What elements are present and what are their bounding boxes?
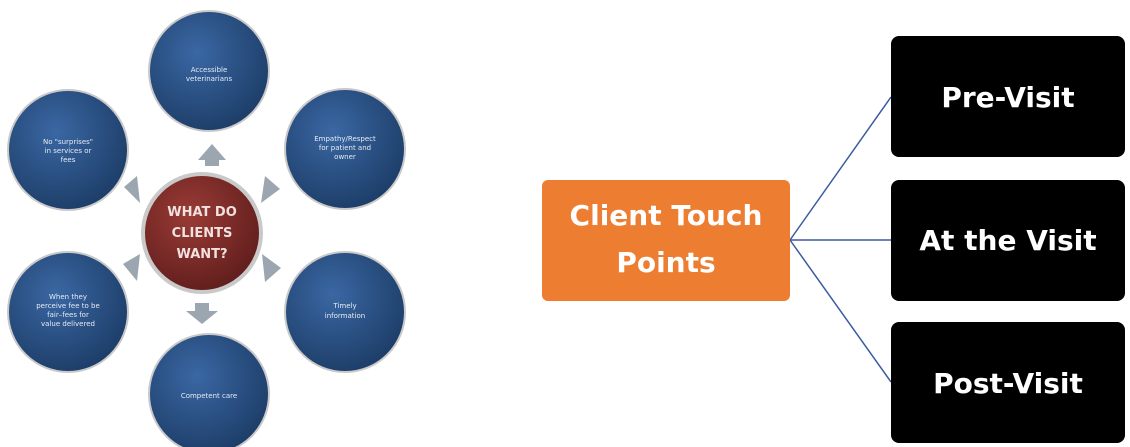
outer-node-empathy: Empathy/Respect for patient and owner [284,88,406,210]
arrow-left-upper-icon [124,176,140,203]
outer-node-text: information [325,312,365,320]
outer-node-text: Competent care [181,392,237,400]
outer-node-text: value delivered [41,320,95,328]
outer-node-text: owner [334,153,356,161]
client-touch-points-label-line-1: Client Touch [570,199,763,232]
outer-node-accessible: Accessible veterinarians [148,10,270,132]
client-touch-points-box: Client Touch Points [542,180,790,301]
diagram-canvas: WHAT DO CLIENTS WANT? Accessible veterin… [7,10,1125,447]
outer-node-text: perceive fee to be [36,302,100,310]
outer-node-text: in services or [45,147,92,155]
stage-label-at-the-visit: At the Visit [919,224,1096,257]
outer-node-text: fair–fees for [47,311,89,319]
center-label-line-2: CLIENTS [172,226,233,241]
arrow-up-icon [198,144,226,166]
arrow-right-lower-icon [262,254,281,282]
touch-points-tree: Client Touch Points Pre-Visit At the Vis… [542,36,1125,443]
connector-pre-visit [789,96,892,241]
outer-node-text: fees [61,156,76,164]
outer-node-text: Accessible [191,66,228,74]
center-label-line-3: WANT? [176,247,227,262]
outer-node-text: No "surprises" [43,138,93,146]
center-node: WHAT DO CLIENTS WANT? [141,172,263,294]
outer-node-text: Timely [332,302,356,310]
outer-node-text: When they [49,293,87,301]
stage-label-post-visit: Post-Visit [933,367,1083,400]
outer-node-text: for patient and [319,144,371,152]
outer-node-text: Empathy/Respect [314,135,376,143]
client-touch-points-label-line-2: Points [616,246,715,279]
client-wants-cycle: WHAT DO CLIENTS WANT? Accessible veterin… [7,10,406,447]
stage-box-pre-visit: Pre-Visit [891,36,1125,157]
outer-node-text: veterinarians [186,75,233,83]
arrow-right-upper-icon [261,176,280,203]
stage-label-pre-visit: Pre-Visit [941,81,1074,114]
stage-box-post-visit: Post-Visit [891,322,1125,443]
arrow-left-lower-icon [123,254,140,281]
stage-box-at-the-visit: At the Visit [891,180,1125,301]
outer-node-competent-care: Competent care [148,333,270,447]
arrow-down-icon [186,303,218,324]
outer-node-fair-fees: When they perceive fee to be fair–fees f… [7,251,129,373]
outer-node-timely-information: Timely information [284,251,406,373]
center-label-line-1: WHAT DO [167,205,237,220]
outer-node-no-surprises: No "surprises" in services or fees [7,89,129,211]
connector-post-visit [789,239,892,383]
